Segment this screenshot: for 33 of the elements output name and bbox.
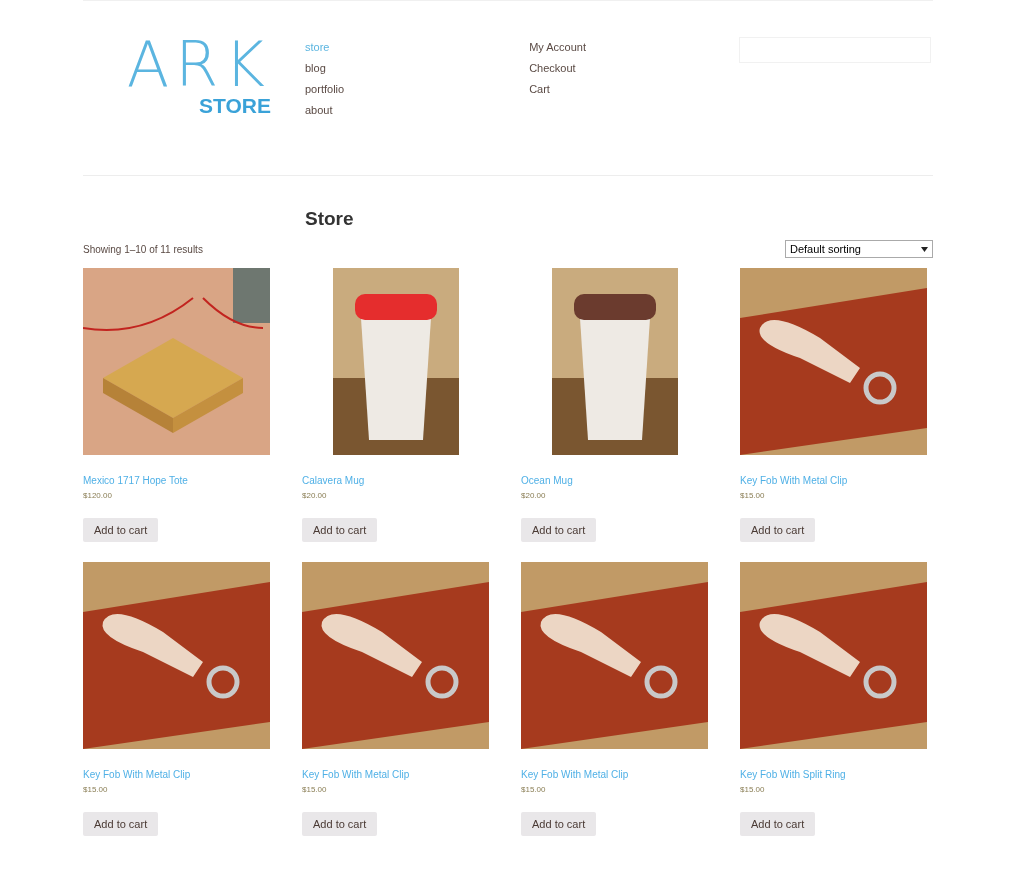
account-link[interactable]: Cart (529, 79, 586, 100)
product-price: $15.00 (83, 785, 108, 794)
nav-link[interactable]: portfolio (305, 79, 345, 100)
photo-placeholder[interactable] (521, 562, 708, 749)
photo-placeholder[interactable] (740, 268, 927, 455)
add-to-cart-button[interactable]: Add to cart (302, 812, 378, 836)
add-to-cart-button[interactable]: Add to cart (521, 518, 597, 542)
product-price: $120.00 (83, 491, 112, 500)
account-link[interactable]: Checkout (529, 58, 586, 79)
product-price: $20.00 (302, 491, 327, 500)
product-price: $15.00 (740, 491, 765, 500)
add-to-cart-button[interactable]: Add to cart (521, 812, 597, 836)
add-to-cart-button[interactable]: Add to cart (740, 812, 816, 836)
account-link[interactable]: My Account (529, 37, 586, 58)
photo-placeholder[interactable] (551, 268, 678, 455)
product-price: $15.00 (740, 785, 765, 794)
photo-placeholder[interactable] (740, 562, 927, 749)
nav-link[interactable]: blog (305, 58, 345, 79)
dropdown-arrow-icon (921, 246, 928, 252)
add-to-cart-button[interactable]: Add to cart (302, 518, 378, 542)
photo-placeholder[interactable] (302, 562, 489, 749)
add-to-cart-button[interactable]: Add to cart (740, 518, 816, 542)
product-price: $15.00 (302, 785, 327, 794)
photo-placeholder[interactable] (332, 268, 459, 455)
product-price: $20.00 (521, 491, 546, 500)
sorting-dropdown[interactable]: Default sorting (785, 240, 933, 258)
page-title: Store (305, 208, 355, 230)
result-count: Showing 1–10 of 11 results (83, 243, 203, 255)
add-to-cart-button[interactable]: Add to cart (83, 518, 159, 542)
add-to-cart-button[interactable]: Add to cart (83, 812, 159, 836)
photo-placeholder[interactable] (83, 562, 270, 749)
nav-link[interactable]: about (305, 100, 345, 121)
product-price: $15.00 (521, 785, 546, 794)
